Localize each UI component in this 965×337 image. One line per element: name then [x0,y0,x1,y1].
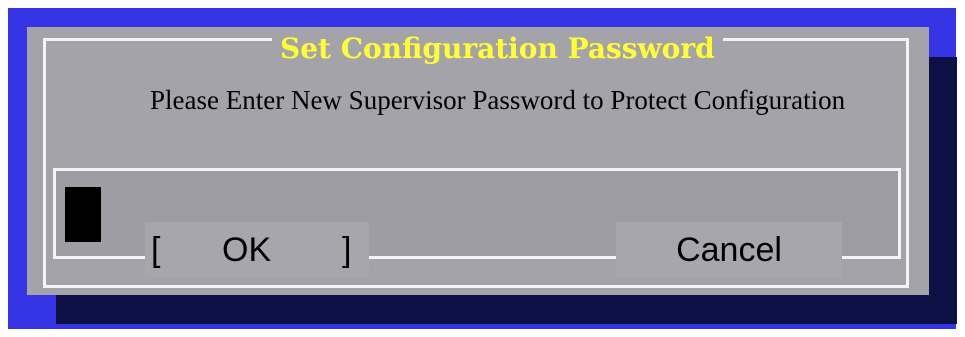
dialog-message: Please Enter New Supervisor Password to … [150,85,846,115]
ok-button-label: OK [222,231,272,269]
dialog-title: Set Configuration Password [272,31,723,67]
ok-button[interactable]: [ OK ] [145,222,369,278]
cancel-button-label: Cancel [676,231,782,269]
ok-bracket-right: ] [342,231,352,269]
ok-bracket-left: [ [151,231,161,269]
cancel-button[interactable]: Cancel [616,222,842,278]
text-cursor [65,187,101,242]
